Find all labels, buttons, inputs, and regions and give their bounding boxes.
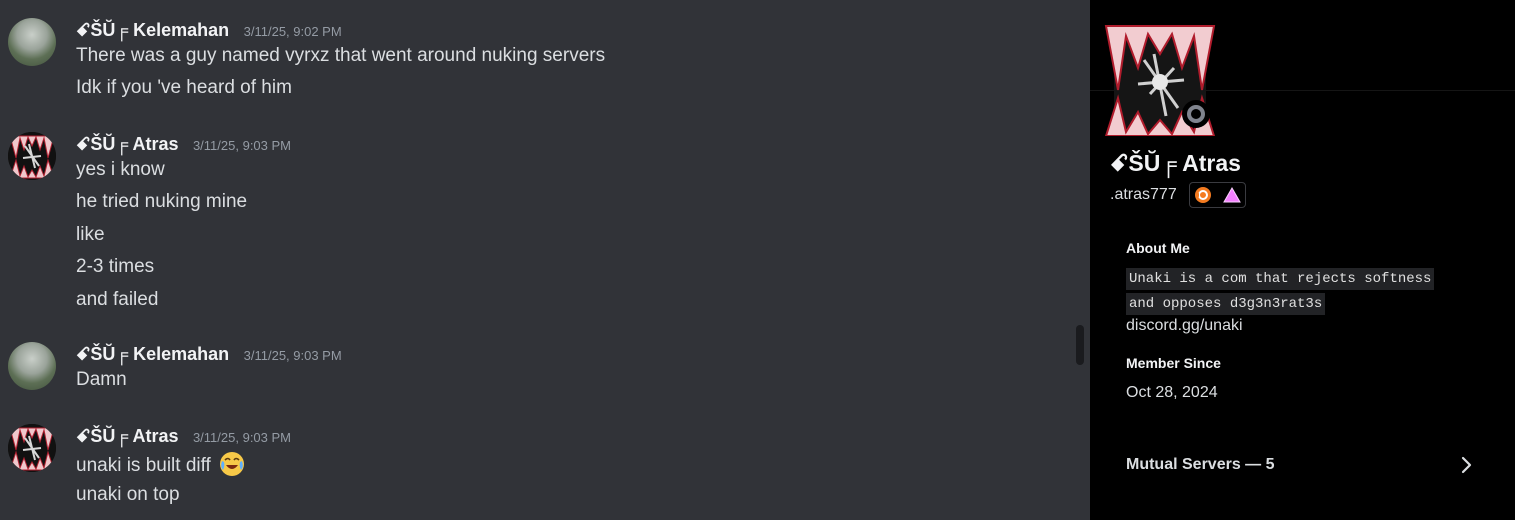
message-text: There was a guy named vyrxz that went ar… — [76, 45, 606, 66]
fangs-avatar-icon — [8, 424, 56, 472]
timestamp: 3/11/25, 9:03 PM — [243, 348, 342, 363]
about-code-line: and opposes d3g3n3rat3s — [1126, 293, 1326, 315]
member-since-title: Member Since — [1126, 355, 1221, 371]
profile-handle-row: .atras777 — [1110, 182, 1246, 208]
message-text: unaki is built diff — [76, 451, 245, 483]
username[interactable]: ꗃŠŬ╒ Atras — [76, 426, 179, 446]
scrollbar-thumb[interactable] — [1076, 325, 1084, 365]
about-me-text: Unaki is a com that rejects softness and… — [1126, 268, 1486, 335]
invite-link[interactable]: discord.gg/unaki — [1126, 317, 1486, 335]
about-code-line: Unaki is a com that rejects softness — [1126, 268, 1435, 290]
profile-display-name: ꗃŠŬ╒ Atras — [1110, 150, 1241, 176]
timestamp: 3/11/25, 9:02 PM — [243, 24, 342, 39]
message-text: Idk if you 've heard of him — [76, 77, 292, 98]
mutual-servers-label: Mutual Servers — 5 — [1126, 456, 1275, 473]
timestamp: 3/11/25, 9:03 PM — [192, 430, 291, 445]
chat-area: ꗃŠŬ╒ Kelemahan 3/11/25, 9:02 PM There wa… — [0, 0, 1090, 520]
profile-avatar[interactable] — [1104, 24, 1216, 137]
fangs-avatar-icon — [8, 132, 56, 180]
message-text: 2-3 times — [76, 256, 155, 277]
message-text: and failed — [76, 289, 159, 310]
avatar[interactable] — [8, 18, 56, 66]
message-text-content: unaki is built diff — [76, 455, 211, 476]
message-header: ꗃŠŬ╒ Kelemahan 3/11/25, 9:02 PM — [76, 20, 342, 42]
message-text: Damn — [76, 369, 127, 390]
about-me-title: About Me — [1126, 240, 1190, 256]
username[interactable]: ꗃŠŬ╒ Atras — [76, 134, 179, 154]
message-text: yes i know — [76, 159, 165, 180]
message-header: ꗃŠŬ╒ Atras 3/11/25, 9:03 PM — [76, 134, 291, 156]
timestamp: 3/11/25, 9:03 PM — [192, 138, 291, 153]
avatar[interactable] — [8, 424, 56, 472]
avatar[interactable] — [8, 342, 56, 390]
nitro-badge-icon[interactable] — [1222, 185, 1242, 205]
profile-handle[interactable]: .atras777 — [1110, 186, 1177, 203]
message-text: he tried nuking mine — [76, 191, 248, 212]
message-text: unaki on top — [76, 484, 180, 505]
message-header: ꗃŠŬ╒ Kelemahan 3/11/25, 9:03 PM — [76, 344, 342, 366]
message-text: like — [76, 224, 105, 245]
offline-status-icon — [1182, 100, 1210, 128]
member-since-date: Oct 28, 2024 — [1126, 384, 1218, 401]
username[interactable]: ꗃŠŬ╒ Kelemahan — [76, 344, 229, 364]
chevron-right-icon — [1456, 455, 1476, 480]
badge-list — [1189, 182, 1246, 208]
avatar[interactable] — [8, 132, 56, 180]
hypesquad-badge-icon[interactable] — [1193, 185, 1213, 205]
username[interactable]: ꗃŠŬ╒ Kelemahan — [76, 20, 229, 40]
profile-panel: ꗃŠŬ╒ Atras .atras777 About Me Unaki is a… — [1090, 0, 1515, 520]
mutual-servers-button[interactable]: Mutual Servers — 5 — [1126, 452, 1476, 478]
message-header: ꗃŠŬ╒ Atras 3/11/25, 9:03 PM — [76, 426, 291, 448]
joy-emoji-icon[interactable] — [219, 451, 245, 483]
